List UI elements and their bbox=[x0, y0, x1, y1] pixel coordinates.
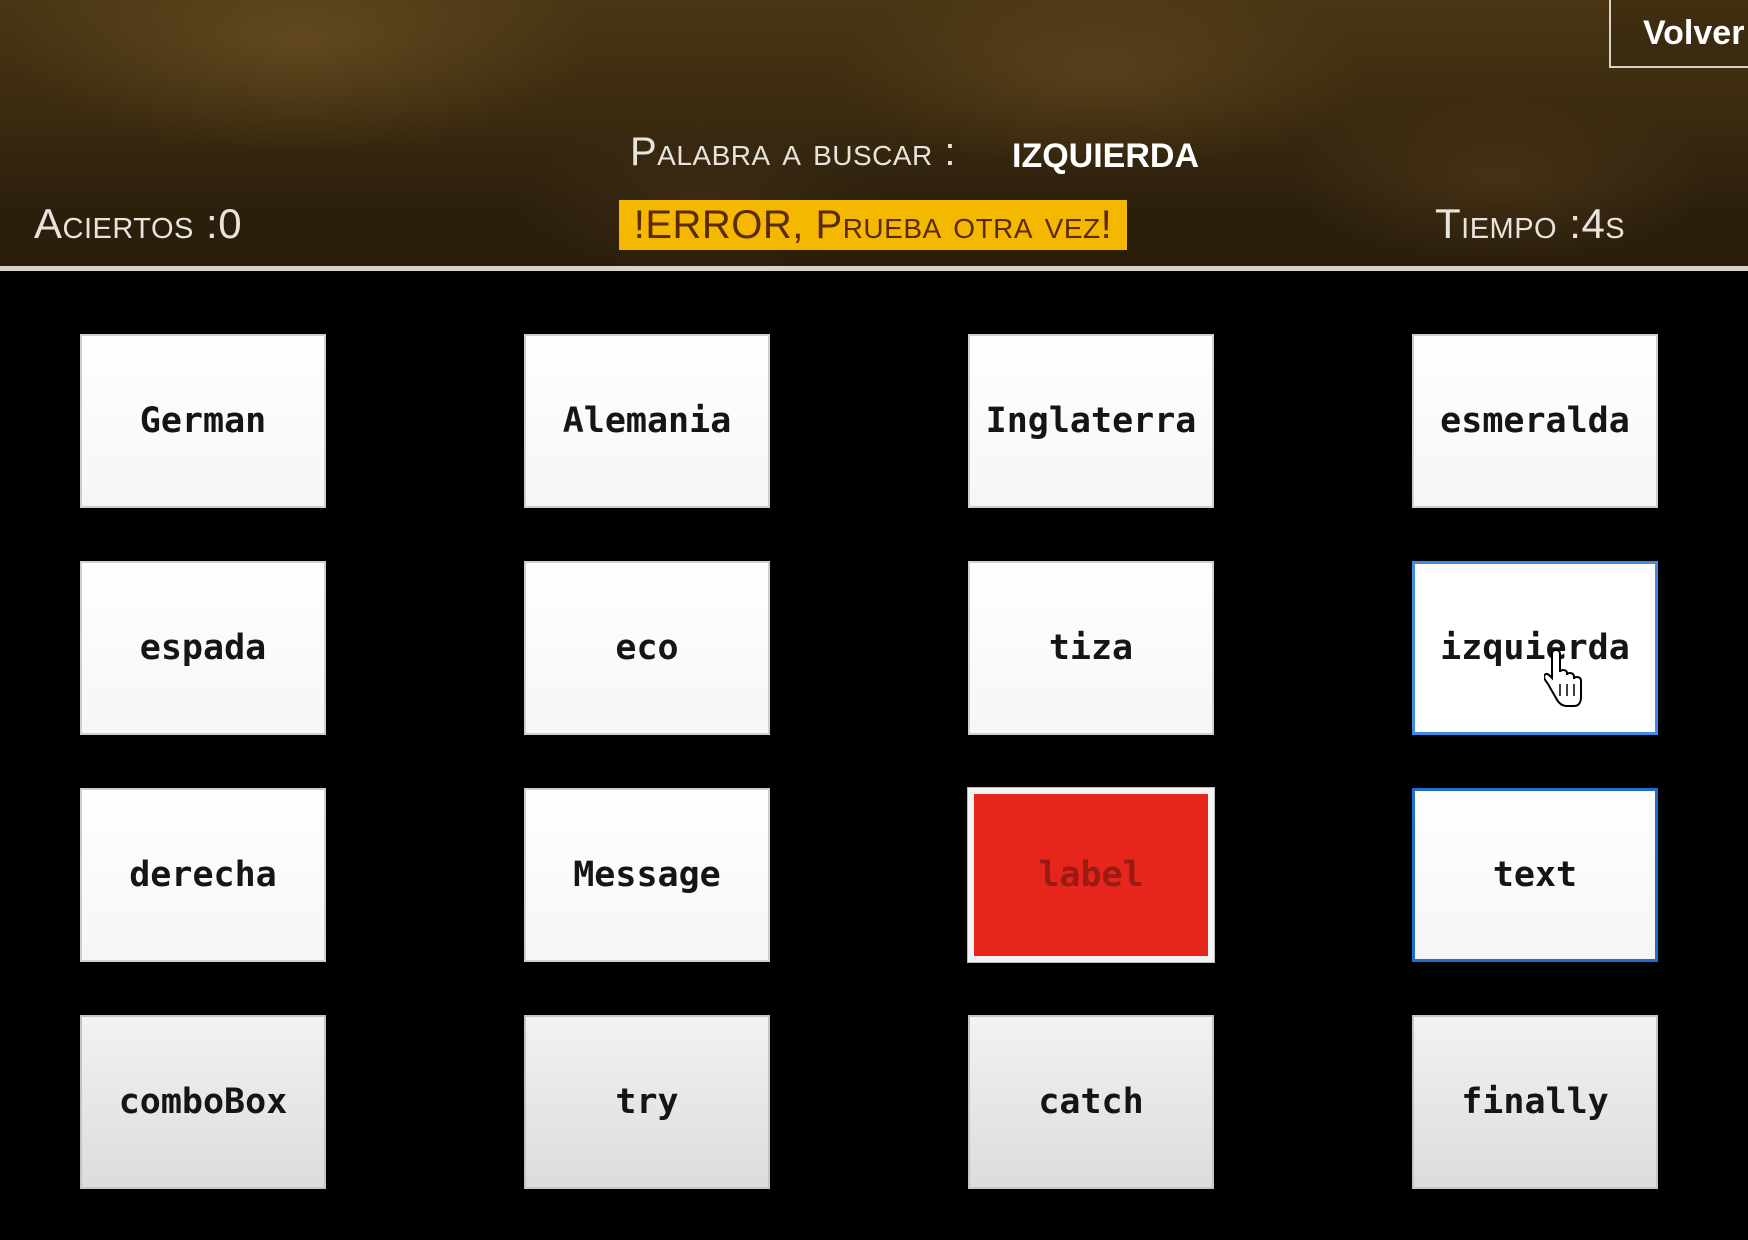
word-tile[interactable]: Message bbox=[524, 788, 770, 962]
word-tile[interactable]: try bbox=[524, 1015, 770, 1189]
word-tile-focused[interactable]: text bbox=[1412, 788, 1658, 962]
word-tile[interactable]: eco bbox=[524, 561, 770, 735]
hits-counter: Aciertos :0 bbox=[34, 200, 243, 247]
word-tile[interactable]: espada bbox=[80, 561, 326, 735]
word-tile[interactable]: Alemania bbox=[524, 334, 770, 508]
word-tile[interactable]: derecha bbox=[80, 788, 326, 962]
game-screen: Volver Palabra a buscar : IZQUIERDA Acie… bbox=[0, 0, 1748, 1240]
timer: Tiempo :4s bbox=[1435, 200, 1626, 247]
word-tile[interactable]: esmeralda bbox=[1412, 334, 1658, 508]
word-tile[interactable]: tiza bbox=[968, 561, 1214, 735]
word-tile[interactable]: German bbox=[80, 334, 326, 508]
back-button[interactable]: Volver bbox=[1609, 0, 1748, 68]
word-tile[interactable]: catch bbox=[968, 1015, 1214, 1189]
error-banner: !ERROR, Prueba otra vez! bbox=[619, 200, 1127, 250]
search-word: IZQUIERDA bbox=[1012, 137, 1199, 175]
search-prompt-label: Palabra a buscar : bbox=[630, 130, 956, 174]
header-bar: Volver Palabra a buscar : IZQUIERDA Acie… bbox=[0, 0, 1748, 266]
word-tile-hovered[interactable]: izquierda bbox=[1412, 561, 1658, 735]
word-tile[interactable]: finally bbox=[1412, 1015, 1658, 1189]
header-divider bbox=[0, 266, 1748, 271]
word-tile-wrong[interactable]: label bbox=[967, 787, 1215, 963]
word-tile[interactable]: Inglaterra bbox=[968, 334, 1214, 508]
word-tile[interactable]: comboBox bbox=[80, 1015, 326, 1189]
